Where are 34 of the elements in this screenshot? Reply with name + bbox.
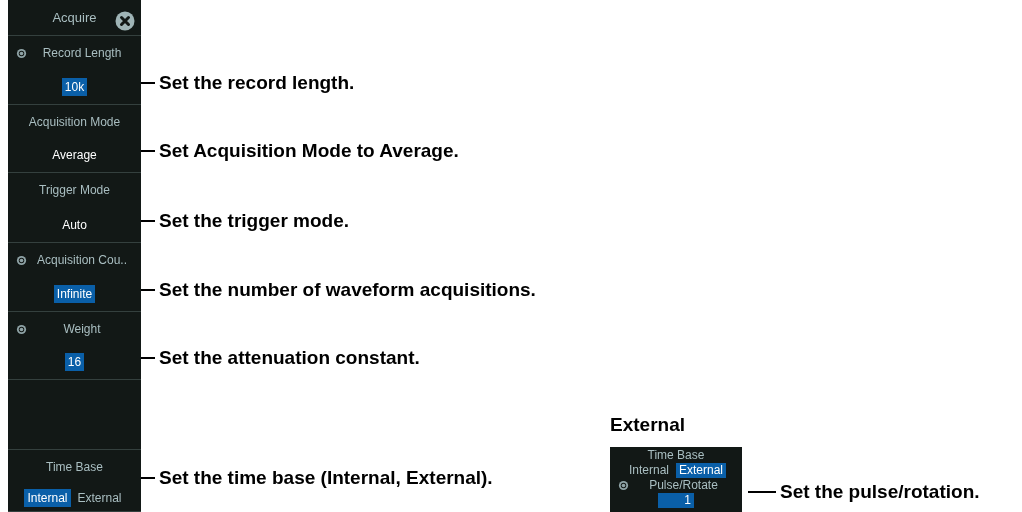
option-tab[interactable]: Internal <box>24 489 71 507</box>
setting-value[interactable]: 1 <box>658 493 694 508</box>
leader-line <box>748 490 776 493</box>
setting-value[interactable]: 16 <box>64 353 85 371</box>
setting-label: Weight <box>62 321 102 338</box>
option-tab[interactable]: Internal <box>625 463 672 478</box>
callout-text: Set the time base (Internal, External). <box>159 465 493 490</box>
leader-line <box>141 149 155 152</box>
leader-line <box>141 81 155 84</box>
setting-label: Record Length <box>41 45 123 62</box>
menu-title: Acquire <box>52 8 97 27</box>
leader-line <box>141 219 155 222</box>
option-tab[interactable]: External <box>676 463 727 478</box>
setting-label: Acquisition Mode <box>27 114 122 131</box>
setting-value[interactable]: Auto <box>59 216 90 234</box>
setting-label: Time Base <box>45 459 104 476</box>
setting-label: Trigger Mode <box>38 182 111 199</box>
leader-line <box>141 288 155 291</box>
setting-value[interactable]: Infinite <box>53 285 96 303</box>
callout-text: Set Acquisition Mode to Average. <box>159 138 459 163</box>
option-tab[interactable]: External <box>74 489 125 507</box>
leader-line <box>141 356 155 359</box>
callout-text: Set the pulse/rotation. <box>780 479 980 504</box>
callout-text: Set the attenuation constant. <box>159 345 420 370</box>
section-heading: External <box>610 412 686 437</box>
setting-label: Acquisition Cou.. <box>35 252 128 269</box>
callout-text: Set the number of waveform acquisitions. <box>159 277 536 302</box>
setting-label: Pulse/Rotate <box>648 478 719 493</box>
callout-text: Set the record length. <box>159 70 355 95</box>
callout-text: Set the trigger mode. <box>159 208 350 233</box>
setting-label: Time Base <box>646 448 706 463</box>
leader-line <box>141 476 155 479</box>
setting-value[interactable]: 10k <box>61 78 88 96</box>
setting-value[interactable]: Average <box>49 146 100 164</box>
